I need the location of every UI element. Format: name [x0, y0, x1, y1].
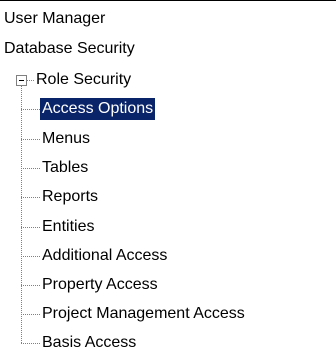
tree-node-basis-access[interactable]: Basis Access — [40, 332, 138, 354]
collapse-toggle-icon[interactable] — [16, 75, 27, 86]
tree-node-additional-access[interactable]: Additional Access — [40, 245, 169, 267]
tree-node-reports[interactable]: Reports — [40, 186, 100, 208]
tree-node-user-manager[interactable]: User Manager — [2, 8, 107, 30]
tree-node-label: Entities — [42, 218, 95, 235]
tree-node-property-access[interactable]: Property Access — [40, 274, 160, 296]
tree-node-label: Role Security — [36, 71, 132, 88]
tree-node-database-security[interactable]: Database Security — [2, 38, 137, 60]
tree-node-project-management-access[interactable]: Project Management Access — [40, 303, 247, 325]
tree-node-menus[interactable]: Menus — [40, 128, 92, 150]
tree-node-label: Basis Access — [42, 334, 137, 351]
tree-node-label: Reports — [42, 188, 99, 205]
tree-node-label-selected: Access Options — [40, 98, 156, 120]
tree-node-label: Project Management Access — [42, 305, 245, 322]
tree-node-label: Property Access — [42, 276, 158, 293]
minus-icon — [19, 80, 24, 81]
tree-node-entities[interactable]: Entities — [40, 216, 96, 238]
tree-node-label: Additional Access — [42, 247, 168, 264]
tree-node-label: Tables — [42, 159, 89, 176]
tree-node-access-options[interactable]: Access Options — [40, 98, 156, 120]
role-security-tree: User Manager Database Security Role Secu… — [0, 0, 336, 359]
tree-node-label: Menus — [42, 130, 91, 147]
tree-node-role-security[interactable]: Role Security — [34, 69, 133, 91]
tree-node-tables[interactable]: Tables — [40, 157, 90, 179]
tree-node-label: User Manager — [4, 10, 106, 27]
tree-node-label: Database Security — [4, 40, 135, 57]
